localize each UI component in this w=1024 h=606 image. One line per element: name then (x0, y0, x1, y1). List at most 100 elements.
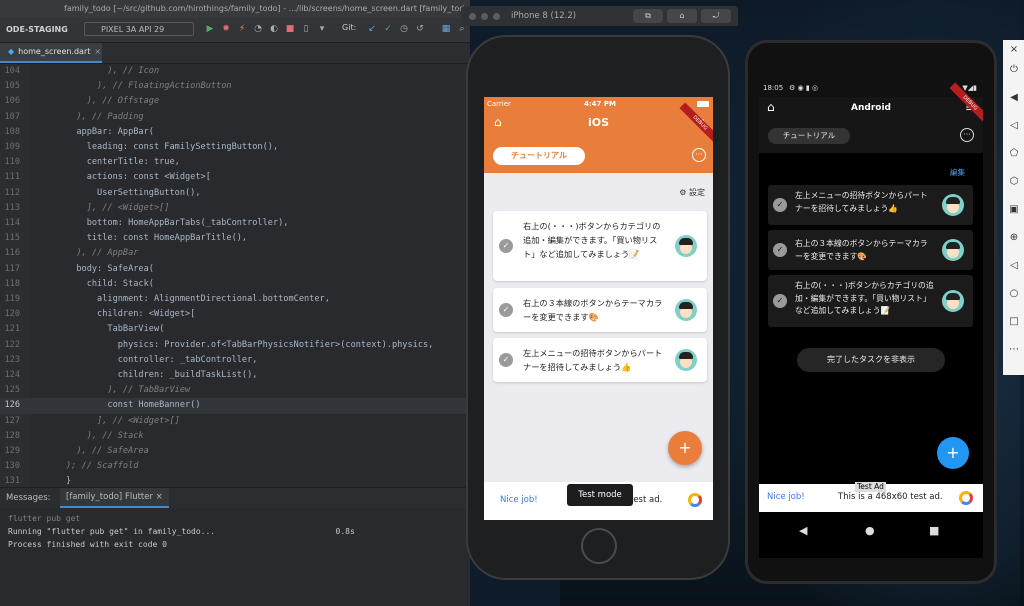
code-text: ), // Padding (66, 111, 144, 122)
more-icon[interactable]: ··· (692, 148, 706, 162)
code-line[interactable]: 109 leading: const FamilySettingButton()… (0, 140, 470, 155)
code-line[interactable]: 124 children: _buildTaskList(), (0, 368, 470, 383)
tab-home-screen-dart[interactable]: ◆ home_screen.dart × (0, 43, 102, 63)
coverage-icon[interactable]: ◐ (268, 23, 280, 35)
close-window-icon[interactable] (469, 13, 476, 20)
run-config-dropdown[interactable]: ODE-STAGING (0, 23, 74, 36)
home-icon[interactable]: ⌂ (667, 9, 697, 23)
rotate-icon[interactable]: ⤾ (701, 9, 731, 23)
code-line[interactable]: 111 actions: const <Widget>[ (0, 170, 470, 185)
recents-icon[interactable]: ■ (929, 524, 939, 537)
more-icon[interactable]: ⋯ (1007, 344, 1021, 355)
add-task-button[interactable]: + (668, 431, 702, 465)
hide-completed-button[interactable]: 完了したタスクを非表示 (797, 348, 945, 372)
code-line[interactable]: 125 ), // TabBarView (0, 383, 470, 398)
line-number: 108 (4, 126, 20, 137)
device-selector[interactable]: PIXEL 3A API 29 (84, 22, 194, 36)
git-history-icon[interactable]: ◷ (398, 23, 410, 35)
device-manager-icon[interactable]: ▯ (300, 23, 312, 35)
code-line[interactable]: 117 body: SafeArea( (0, 262, 470, 277)
home-icon[interactable]: ○ (1007, 288, 1021, 299)
avatar (675, 349, 697, 371)
code-text: leading: const FamilySettingButton(), (66, 142, 279, 152)
code-text: ); // Scaffold (66, 461, 139, 472)
minimize-window-icon[interactable] (481, 13, 488, 20)
code-line[interactable]: 119 alignment: AlignmentDirectional.bott… (0, 292, 470, 307)
settings-button[interactable]: ⚙ 設定 (679, 187, 705, 198)
back-icon[interactable]: ◀ (799, 524, 807, 537)
volume-up-icon[interactable]: ◀ (1007, 92, 1021, 103)
task-card[interactable]: ✓ 右上の(・・・)ボタンからカテゴリの追加・編集ができます。「買い物リスト」な… (493, 211, 707, 281)
ide-toolbar: ODE-STAGING PIXEL 3A API 29 ▶ ✹ ⚡ ◔ ◐ ■ … (0, 18, 470, 43)
hot-reload-icon[interactable]: ⚡ (236, 23, 248, 35)
check-icon[interactable]: ✓ (499, 303, 513, 317)
code-line[interactable]: 123 controller: _tabController, (0, 353, 470, 368)
check-icon[interactable]: ✓ (499, 353, 513, 367)
close-icon[interactable]: × (1007, 44, 1021, 55)
sdk-icon[interactable]: ▾ (316, 23, 328, 35)
overview-icon[interactable]: □ (1007, 316, 1021, 327)
code-line[interactable]: 112 UserSettingButton(), (0, 186, 470, 201)
code-line[interactable]: 113 ], // <Widget>[] (0, 201, 470, 216)
code-line[interactable]: 122 physics: Provider.of<TabBarPhysicsNo… (0, 338, 470, 353)
android-screen: 18:05 ⚙ ◉ ▮ ◎ ▼◢▮ ⌂ Android ≡ DEBUG チュート… (759, 79, 983, 558)
iphone-home-button[interactable] (581, 528, 617, 564)
stop-icon[interactable]: ■ (284, 23, 296, 35)
code-line[interactable]: 114 bottom: HomeAppBarTabs(_tabControlle… (0, 216, 470, 231)
debug-icon[interactable]: ✹ (220, 23, 232, 35)
check-icon[interactable]: ✓ (499, 239, 513, 253)
code-line[interactable]: 107 ), // Padding (0, 110, 470, 125)
code-line[interactable]: 129 ), // SafeArea (0, 444, 470, 459)
add-task-button[interactable]: + (937, 437, 969, 469)
zoom-icon[interactable]: ⊕ (1007, 232, 1021, 243)
tab-label: home_screen.dart (18, 47, 91, 56)
tab-tutorial[interactable]: チュートリアル (493, 147, 585, 165)
code-line[interactable]: 130); // Scaffold (0, 459, 470, 474)
task-card[interactable]: ✓ 右上の(・・・)ボタンからカテゴリの追加・編集ができます。「買い物リスト」な… (768, 275, 973, 327)
rotate-right-icon[interactable]: ⬡ (1007, 176, 1021, 187)
edit-link[interactable]: 編集 (950, 167, 965, 178)
code-line[interactable]: 128 ), // Stack (0, 429, 470, 444)
tab-flutter-messages[interactable]: [family_todo] Flutter × (60, 488, 169, 508)
tab-tutorial[interactable]: チュートリアル (768, 128, 850, 144)
code-line[interactable]: 110 centerTitle: true, (0, 155, 470, 170)
code-text: ), // TabBarView (66, 385, 191, 396)
code-line[interactable]: 116 ), // AppBar (0, 246, 470, 261)
camera-icon[interactable]: ▣ (1007, 204, 1021, 215)
close-tab-icon[interactable]: × (94, 47, 101, 56)
code-line[interactable]: 108 appBar: AppBar( (0, 125, 470, 140)
task-card[interactable]: ✓ 右上の３本線のボタンからテーマカラーを変更できます🎨 (493, 288, 707, 332)
check-icon[interactable]: ✓ (773, 294, 787, 308)
more-icon[interactable]: ··· (960, 128, 974, 142)
code-line[interactable]: 120 children: <Widget>[ (0, 307, 470, 322)
task-card[interactable]: ✓ 左上メニューの招待ボタンからパートナーを招待してみましょう👍 (768, 185, 973, 225)
zoom-window-icon[interactable] (493, 13, 500, 20)
code-line[interactable]: 104 ), // Icon (0, 64, 470, 79)
run-icon[interactable]: ▶ (204, 23, 216, 35)
check-icon[interactable]: ✓ (773, 198, 787, 212)
volume-down-icon[interactable]: ◁ (1007, 120, 1021, 131)
task-card[interactable]: ✓ 左上メニューの招待ボタンからパートナーを招待してみましょう👍 (493, 338, 707, 382)
git-commit-icon[interactable]: ✓ (382, 23, 394, 35)
code-editor[interactable]: 104 ), // Icon 105 ), // FloatingActionBu… (0, 64, 470, 487)
rotate-left-icon[interactable]: ⬠ (1007, 148, 1021, 159)
code-line[interactable]: 115 title: const HomeAppBarTitle(), (0, 231, 470, 246)
task-card[interactable]: ✓ 右上の３本線のボタンからテーマカラーを変更できます🎨 (768, 230, 973, 270)
status-icons: ⚙ ◉ ▮ ◎ (789, 84, 819, 92)
profile-icon[interactable]: ◔ (252, 23, 264, 35)
back-icon[interactable]: ◁ (1007, 260, 1021, 271)
home-icon[interactable]: ● (865, 524, 875, 537)
code-line[interactable]: 131} (0, 474, 470, 487)
code-line[interactable]: 106 ), // Offstage (0, 94, 470, 109)
screenshot-icon[interactable]: ⧉ (633, 9, 663, 23)
code-line[interactable]: 105 ), // FloatingActionButton (0, 79, 470, 94)
code-line[interactable]: 121 TabBarView( (0, 322, 470, 337)
project-structure-icon[interactable]: ▦ (440, 23, 452, 35)
code-line[interactable]: 118 child: Stack( (0, 277, 470, 292)
check-icon[interactable]: ✓ (773, 243, 787, 257)
code-line[interactable]: 127 ], // <Widget>[] (0, 414, 470, 429)
git-update-icon[interactable]: ↙ (366, 23, 378, 35)
power-icon[interactable]: ⏻ (1007, 64, 1021, 75)
git-revert-icon[interactable]: ↺ (414, 23, 426, 35)
code-line[interactable]: 126 const HomeBanner() (0, 398, 470, 414)
